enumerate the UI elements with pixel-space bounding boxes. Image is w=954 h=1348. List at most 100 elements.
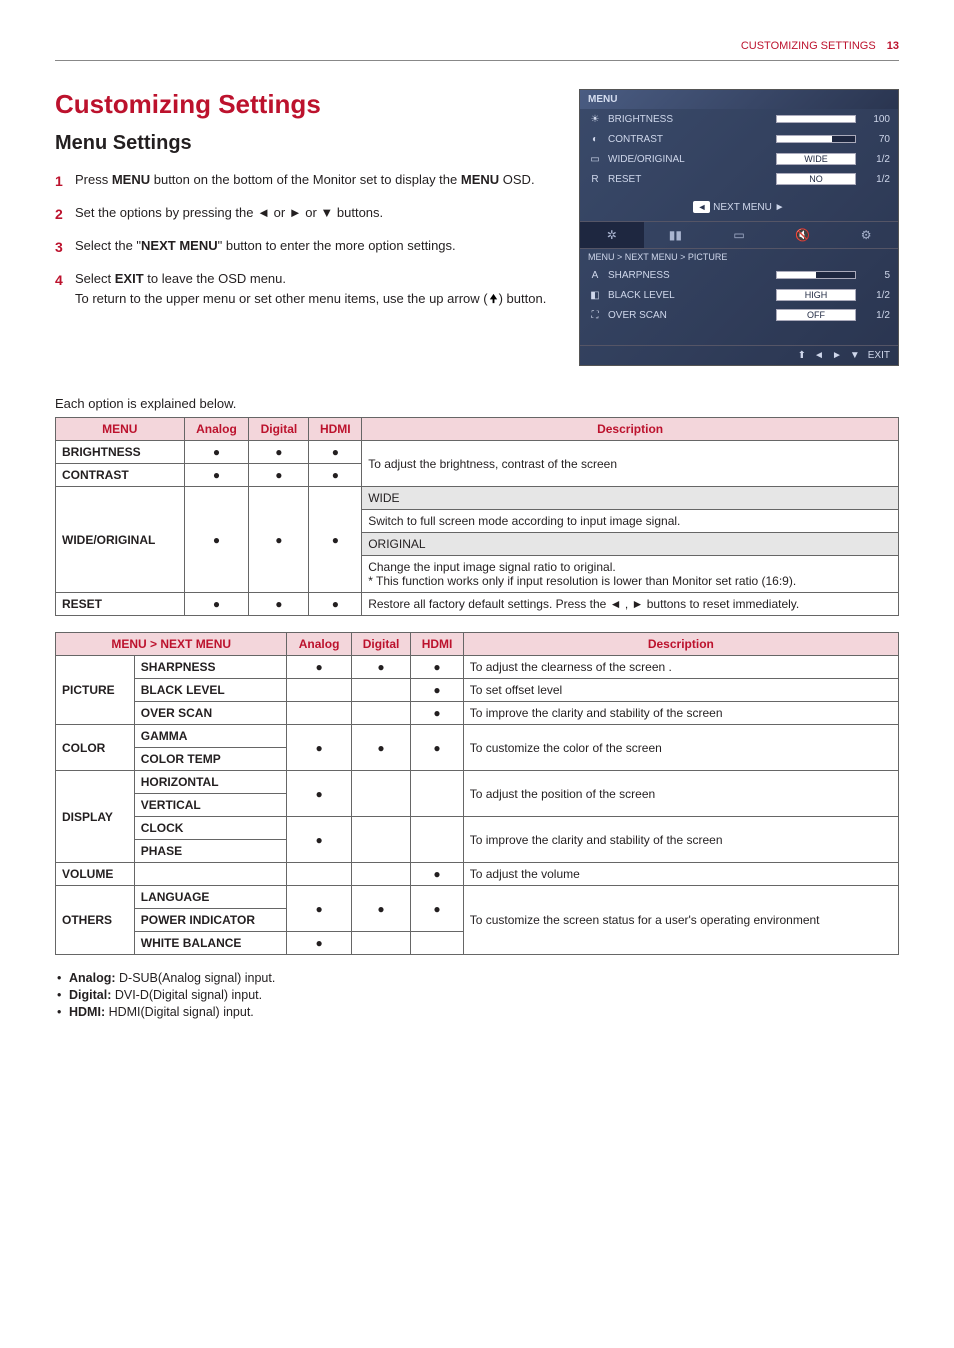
table-row: BLACK LEVEL ● To set offset level [56,679,899,702]
footnotes: Analog: D-SUB(Analog signal) input. Digi… [55,971,899,1019]
note-key: Analog: [69,971,116,985]
cell-menu: PHASE [134,840,287,863]
cell-dot: ● [351,656,411,679]
cell-menu: CONTRAST [56,464,185,487]
col-menu: MENU > NEXT MENU [56,633,287,656]
cell-empty [351,771,411,817]
picture-tab-icon: ✲ [580,222,644,248]
cell-dot: ● [411,886,463,932]
osd-next-row: ◄ NEXT MENU ► [580,189,898,221]
cell-desc: To customize the screen status for a use… [463,886,898,955]
display-tab-icon: ▭ [707,222,771,248]
step-text: Select [75,271,115,286]
page-number: 13 [887,40,899,52]
step-1: Press MENU button on the bottom of the M… [55,171,559,190]
osd-label: BLACK LEVEL [608,290,770,301]
cell-dot: ● [411,702,463,725]
step-text: Press [75,172,112,187]
cell-menu: BLACK LEVEL [134,679,287,702]
step-text: OSD. [499,172,534,187]
cell-dot: ● [351,725,411,771]
note-key: HDMI: [69,1005,105,1019]
cell-menu: OVER SCAN [134,702,287,725]
step-text: Set the options by pressing the ◄ or ► o… [75,205,383,220]
osd-value: 1/2 [862,174,890,185]
nav-right-icon: ► [832,350,842,361]
cell-menu: VERTICAL [134,794,287,817]
sharpness-icon: A [588,268,602,282]
cell-empty [287,679,351,702]
cell-dot: ● [411,725,463,771]
cell-empty [411,771,463,817]
col-desc: Description [362,418,899,441]
step-3: Select the "NEXT MENU" button to enter t… [55,237,559,256]
cell-menu: RESET [56,593,185,616]
col-hdmi: HDMI [309,418,362,441]
cell-empty [134,863,287,886]
cell-desc: To improve the clarity and stability of … [463,817,898,863]
table-row: RESET ● ● ● Restore all factory default … [56,593,899,616]
up-arrow-icon: ⬆ [798,350,806,361]
osd-value: 70 [862,134,890,145]
nextmenu-table: MENU > NEXT MENU Analog Digital HDMI Des… [55,632,899,955]
cell-empty [351,702,411,725]
cell-dot: ● [249,593,309,616]
osd-slider-fill [777,136,832,142]
table-row: PICTURE SHARPNESS ● ● ● To adjust the cl… [56,656,899,679]
menu-table: MENU Analog Digital HDMI Description BRI… [55,417,899,616]
cell-dot: ● [249,487,309,593]
step-keyword: MENU [461,172,499,187]
cell-category: COLOR [56,725,135,771]
osd-label: WIDE/ORIGINAL [608,154,770,165]
nav-left-icon: ◄ [693,201,710,213]
aspect-icon: ▭ [588,152,602,166]
cell-desc: To adjust the clearness of the screen . [463,656,898,679]
osd-slider-fill [777,116,855,122]
cell-desc: To adjust the brightness, contrast of th… [362,441,899,487]
cell-dot: ● [411,656,463,679]
cell-desc: To customize the color of the screen [463,725,898,771]
cell-desc: To set offset level [463,679,898,702]
col-digital: Digital [249,418,309,441]
osd-slider [776,271,856,279]
section-title: CUSTOMIZING SETTINGS [741,40,876,52]
osd-row-contrast: ◐CONTRAST70 [580,129,898,149]
cell-desc: Switch to full screen mode according to … [362,510,899,533]
cell-dot: ● [309,593,362,616]
cell-menu: HORIZONTAL [134,771,287,794]
note-text: HDMI(Digital signal) input. [105,1005,254,1019]
cell-category: DISPLAY [56,771,135,863]
osd-row-reset: RRESETNO1/2 [580,169,898,189]
osd-value-pill: OFF [776,309,856,321]
step-text: button on the bottom of the Monitor set … [150,172,461,187]
cell-dot: ● [287,886,351,932]
osd-slider-fill [777,272,816,278]
cell-desc: To adjust the position of the screen [463,771,898,817]
table-row: CLOCK ● To improve the clarity and stabi… [56,817,899,840]
cell-dot: ● [411,679,463,702]
osd-value-pill: WIDE [776,153,856,165]
cell-dot: ● [287,725,351,771]
cell-subheader: WIDE [362,487,899,510]
osd-label: RESET [608,174,770,185]
cell-dot: ● [351,886,411,932]
cell-category: OTHERS [56,886,135,955]
osd-label: OVER SCAN [608,310,770,321]
step-4: Select EXIT to leave the OSD menu. To re… [55,270,559,310]
osd-row-overscan: ⛶OVER SCANOFF1/2 [580,305,898,325]
cell-empty [351,679,411,702]
osd-value: 1/2 [862,154,890,165]
cell-category: VOLUME [56,863,135,886]
cell-menu: CLOCK [134,817,287,840]
osd-label: BRIGHTNESS [608,114,770,125]
osd-slider [776,135,856,143]
cell-menu: COLOR TEMP [134,748,287,771]
cell-dot: ● [287,932,351,955]
osd-value: 1/2 [862,310,890,321]
volume-tab-icon: 🔇 [771,222,835,248]
cell-desc: To adjust the volume [463,863,898,886]
page-title: Customizing Settings [55,89,559,120]
cell-menu: LANGUAGE [134,886,287,909]
col-menu: MENU [56,418,185,441]
osd-next-label: NEXT MENU [713,202,772,213]
